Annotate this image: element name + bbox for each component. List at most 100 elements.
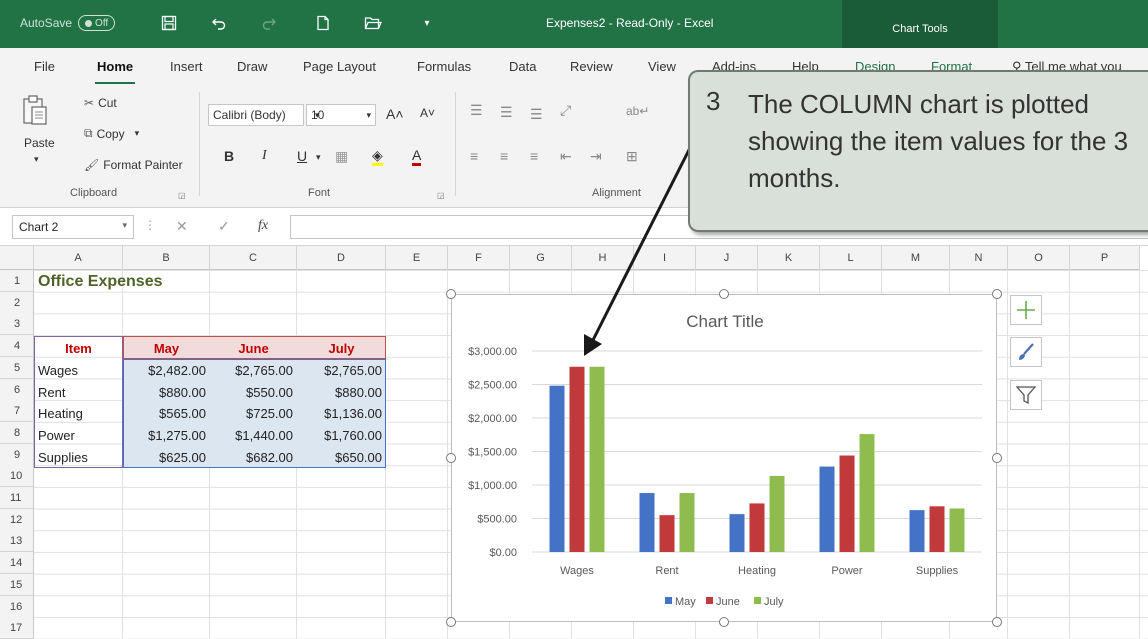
font-color-icon[interactable]: A [412, 148, 422, 166]
column-header-a[interactable]: A [34, 246, 123, 270]
cell-item[interactable]: Heating [38, 403, 123, 424]
bar-may-wages[interactable] [549, 385, 565, 552]
font-launcher-icon[interactable]: ◲ [437, 191, 445, 200]
merge-center-icon[interactable]: ⊞ [626, 148, 638, 165]
column-header-n[interactable]: N [950, 246, 1008, 270]
bar-may-heating[interactable] [729, 514, 745, 552]
customize-qat-icon[interactable]: ▾ [416, 12, 438, 34]
cell-item[interactable]: Rent [38, 382, 123, 403]
align-bottom-icon[interactable]: ☰ [530, 106, 543, 123]
header-may[interactable]: May [123, 338, 210, 359]
row-header-8[interactable]: 8 [0, 421, 34, 444]
row-header-3[interactable]: 3 [0, 313, 34, 336]
header-july[interactable]: July [297, 338, 386, 359]
cell-may[interactable]: $625.00 [123, 447, 210, 468]
column-header-k[interactable]: K [758, 246, 820, 270]
chart-filters-button[interactable] [1010, 380, 1042, 410]
row-header-6[interactable]: 6 [0, 378, 34, 401]
column-header-d[interactable]: D [297, 246, 386, 270]
undo-icon[interactable] [208, 12, 230, 34]
autosave-control[interactable]: AutoSave Off [20, 15, 116, 31]
cell-may[interactable]: $880.00 [123, 382, 210, 403]
row-header-13[interactable]: 13 [0, 530, 34, 553]
bar-july-supplies[interactable] [949, 508, 965, 552]
cell-july[interactable]: $1,760.00 [297, 425, 386, 446]
bar-june-power[interactable] [839, 455, 855, 552]
bar-july-heating[interactable] [769, 475, 785, 552]
resize-handle[interactable] [446, 617, 456, 627]
cell-june[interactable]: $1,440.00 [210, 425, 297, 446]
resize-handle[interactable] [446, 453, 456, 463]
align-top-icon[interactable]: ☰ [470, 102, 483, 119]
tab-review[interactable]: Review [570, 59, 613, 74]
header-june[interactable]: June [210, 338, 297, 359]
enter-check-icon[interactable]: ✓ [218, 218, 230, 235]
row-header-15[interactable]: 15 [0, 573, 34, 596]
chevron-down-icon[interactable]: ▾ [316, 152, 321, 163]
row-header-7[interactable]: 7 [0, 400, 34, 423]
bar-june-heating[interactable] [749, 503, 765, 552]
column-header-l[interactable]: L [820, 246, 882, 270]
resize-handle[interactable] [446, 289, 456, 299]
align-right-icon[interactable]: ≡ [530, 148, 538, 164]
borders-icon[interactable]: ▦ [335, 148, 348, 165]
column-header-e[interactable]: E [386, 246, 448, 270]
paste-label[interactable]: Paste [24, 136, 55, 150]
row-header-10[interactable]: 10 [0, 465, 34, 488]
column-header-g[interactable]: G [510, 246, 572, 270]
cell-june[interactable]: $2,765.00 [210, 360, 297, 381]
row-header-16[interactable]: 16 [0, 595, 34, 618]
save-icon[interactable] [158, 12, 180, 34]
column-header-h[interactable]: H [572, 246, 634, 270]
resize-handle[interactable] [992, 289, 1002, 299]
chart-elements-button[interactable] [1010, 295, 1042, 325]
column-chart[interactable]: Chart Title $0.00 $500.00 $1,000.00 $1,500.… [451, 294, 997, 622]
orientation-icon[interactable]: ⤢ [560, 102, 571, 119]
bar-june-rent[interactable] [659, 515, 675, 552]
resize-handle[interactable] [719, 617, 729, 627]
align-middle-icon[interactable]: ☰ [500, 104, 513, 121]
bar-july-rent[interactable] [679, 493, 695, 552]
paste-dropdown-icon[interactable]: ▾ [34, 154, 39, 165]
column-header-f[interactable]: F [448, 246, 510, 270]
column-header-j[interactable]: J [696, 246, 758, 270]
paste-button[interactable] [22, 94, 48, 126]
resize-handle[interactable] [992, 453, 1002, 463]
new-file-icon[interactable] [312, 12, 334, 34]
tab-view[interactable]: View [648, 59, 676, 74]
font-name-dropdown[interactable]: Calibri (Body) [208, 104, 304, 126]
bar-may-supplies[interactable] [909, 510, 925, 552]
tab-home[interactable]: Home [94, 59, 136, 85]
resize-handle[interactable] [719, 289, 729, 299]
name-box[interactable]: Chart 2 ▾ [12, 215, 134, 239]
decrease-indent-icon[interactable]: ⇤ [560, 148, 572, 165]
row-header-9[interactable]: 9 [0, 443, 34, 466]
bar-may-power[interactable] [819, 466, 835, 552]
format-painter-button[interactable]: 🖌 Format Painter [84, 158, 183, 172]
cell-july[interactable]: $880.00 [297, 382, 386, 403]
column-header-o[interactable]: O [1008, 246, 1070, 270]
cell-july[interactable]: $2,765.00 [297, 360, 386, 381]
row-header-12[interactable]: 12 [0, 508, 34, 531]
fill-color-icon[interactable]: ◈ [372, 148, 383, 166]
cell-item[interactable]: Power [38, 425, 123, 446]
increase-font-icon[interactable]: A˄ [386, 106, 404, 122]
cut-button[interactable]: ✂ Cut [84, 96, 117, 110]
cell-may[interactable]: $565.00 [123, 403, 210, 424]
tab-data[interactable]: Data [509, 59, 536, 74]
tab-draw[interactable]: Draw [237, 59, 267, 74]
redo-icon[interactable] [258, 12, 280, 34]
sheet-title[interactable]: Office Expenses [38, 271, 163, 292]
align-left-icon[interactable]: ≡ [470, 148, 478, 164]
tab-formulas[interactable]: Formulas [417, 59, 471, 74]
decrease-font-icon[interactable]: A˅ [420, 106, 435, 120]
chart-styles-button[interactable] [1010, 337, 1042, 367]
bar-june-supplies[interactable] [929, 506, 945, 552]
autosave-toggle[interactable]: Off [78, 15, 116, 31]
resize-handle[interactable] [992, 617, 1002, 627]
italic-icon[interactable]: I [262, 148, 267, 164]
column-header-c[interactable]: C [210, 246, 297, 270]
increase-indent-icon[interactable]: ⇥ [590, 148, 602, 165]
header-item[interactable]: Item [34, 338, 123, 359]
cell-june[interactable]: $550.00 [210, 382, 297, 403]
